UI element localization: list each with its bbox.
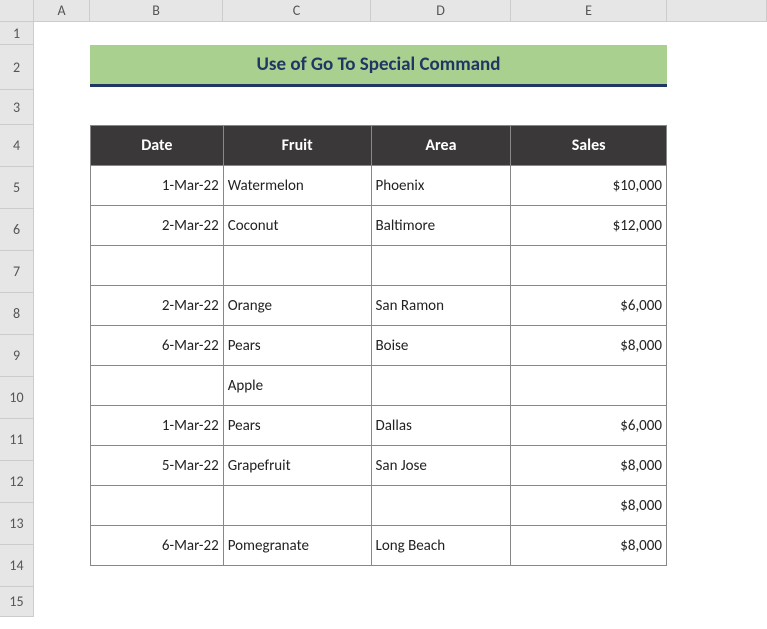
cell-sales[interactable]: $8,000 — [511, 526, 667, 566]
cell-date[interactable]: 6-Mar-22 — [91, 526, 224, 566]
cell-sales[interactable]: $12,000 — [511, 206, 667, 246]
cell-area[interactable]: San Jose — [371, 446, 511, 486]
cell-area[interactable]: San Ramon — [371, 286, 511, 326]
cell-date[interactable]: 6-Mar-22 — [91, 326, 224, 366]
cell-area[interactable]: Boise — [371, 326, 511, 366]
row-header-1[interactable]: 1 — [0, 22, 33, 45]
cell-date[interactable]: 1-Mar-22 — [91, 166, 224, 206]
table-row: 1-Mar-22WatermelonPhoenix$10,000 — [91, 166, 667, 206]
table-row — [91, 246, 667, 286]
col-header-A[interactable]: A — [34, 0, 90, 21]
cell-sales[interactable]: $8,000 — [511, 446, 667, 486]
table-row: 6-Mar-22PomegranateLong Beach$8,000 — [91, 526, 667, 566]
cell-date[interactable] — [91, 486, 224, 526]
table-row: 5-Mar-22GrapefruitSan Jose$8,000 — [91, 446, 667, 486]
cell-area[interactable]: Dallas — [371, 406, 511, 446]
cell-area[interactable] — [371, 366, 511, 406]
cell-date[interactable]: 5-Mar-22 — [91, 446, 224, 486]
cell-sales[interactable] — [511, 366, 667, 406]
header-fruit[interactable]: Fruit — [223, 126, 371, 166]
row-header-11[interactable]: 11 — [0, 419, 33, 461]
cell-sales[interactable]: $10,000 — [511, 166, 667, 206]
row-header-10[interactable]: 10 — [0, 377, 33, 419]
col-header-B[interactable]: B — [90, 0, 223, 21]
table-row: 2-Mar-22CoconutBaltimore$12,000 — [91, 206, 667, 246]
cell-sales[interactable]: $8,000 — [511, 326, 667, 366]
cell-date[interactable]: 1-Mar-22 — [91, 406, 224, 446]
row-header-9[interactable]: 9 — [0, 335, 33, 377]
cell-fruit[interactable]: Apple — [223, 366, 371, 406]
cell-date[interactable] — [91, 246, 224, 286]
cell-fruit[interactable]: Watermelon — [223, 166, 371, 206]
row-header-2[interactable]: 2 — [0, 45, 33, 90]
column-headers-row: ABCDE — [34, 0, 767, 22]
cell-area[interactable] — [371, 246, 511, 286]
cell-fruit[interactable] — [223, 486, 371, 526]
spreadsheet-grid: ABCDE 123456789101112131415 Use of Go To… — [0, 0, 767, 629]
header-area[interactable]: Area — [371, 126, 511, 166]
row-header-3[interactable]: 3 — [0, 90, 33, 125]
col-header-E[interactable]: E — [511, 0, 667, 21]
cell-sales[interactable]: $6,000 — [511, 406, 667, 446]
cell-sales[interactable] — [511, 246, 667, 286]
cell-area[interactable]: Baltimore — [371, 206, 511, 246]
table-row: Apple — [91, 366, 667, 406]
row-headers-column: 123456789101112131415 — [0, 22, 34, 617]
row-header-14[interactable]: 14 — [0, 545, 33, 587]
data-table: Date Fruit Area Sales 1-Mar-22Watermelon… — [90, 125, 667, 566]
header-date[interactable]: Date — [91, 126, 224, 166]
table-row: 1-Mar-22PearsDallas$6,000 — [91, 406, 667, 446]
row-header-13[interactable]: 13 — [0, 503, 33, 545]
col-header-C[interactable]: C — [223, 0, 371, 21]
table-row: 6-Mar-22PearsBoise$8,000 — [91, 326, 667, 366]
title-band[interactable]: Use of Go To Special Command — [90, 45, 667, 87]
cell-fruit[interactable]: Coconut — [223, 206, 371, 246]
cell-date[interactable]: 2-Mar-22 — [91, 286, 224, 326]
header-sales[interactable]: Sales — [511, 126, 667, 166]
row-header-4[interactable]: 4 — [0, 125, 33, 167]
row-header-7[interactable]: 7 — [0, 251, 33, 293]
row-header-5[interactable]: 5 — [0, 167, 33, 209]
table-row: 2-Mar-22OrangeSan Ramon$6,000 — [91, 286, 667, 326]
cell-date[interactable]: 2-Mar-22 — [91, 206, 224, 246]
table-row: $8,000 — [91, 486, 667, 526]
row-header-8[interactable]: 8 — [0, 293, 33, 335]
cell-sales[interactable]: $6,000 — [511, 286, 667, 326]
col-header-D[interactable]: D — [371, 0, 511, 21]
row-header-15[interactable]: 15 — [0, 587, 33, 617]
table-header-row: Date Fruit Area Sales — [91, 126, 667, 166]
cell-fruit[interactable]: Pears — [223, 406, 371, 446]
select-all-corner[interactable] — [0, 0, 34, 22]
cell-area[interactable]: Phoenix — [371, 166, 511, 206]
row-header-6[interactable]: 6 — [0, 209, 33, 251]
cell-area[interactable]: Long Beach — [371, 526, 511, 566]
row-header-12[interactable]: 12 — [0, 461, 33, 503]
cell-area[interactable] — [371, 486, 511, 526]
cell-date[interactable] — [91, 366, 224, 406]
cell-fruit[interactable]: Grapefruit — [223, 446, 371, 486]
cell-fruit[interactable]: Orange — [223, 286, 371, 326]
cell-fruit[interactable] — [223, 246, 371, 286]
cell-sales[interactable]: $8,000 — [511, 486, 667, 526]
cell-fruit[interactable]: Pomegranate — [223, 526, 371, 566]
cell-fruit[interactable]: Pears — [223, 326, 371, 366]
col-header-blank[interactable] — [667, 0, 767, 21]
title-text: Use of Go To Special Command — [257, 53, 501, 76]
